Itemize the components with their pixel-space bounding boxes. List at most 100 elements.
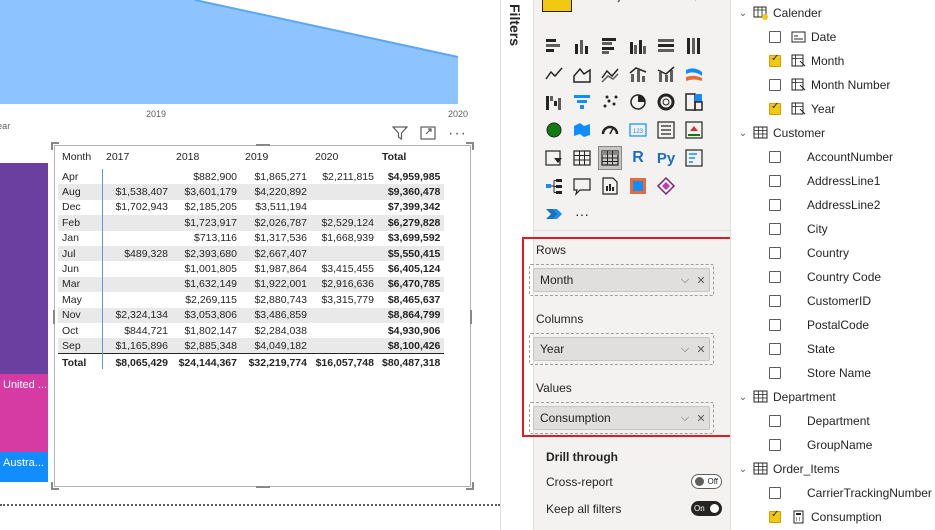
matrix-cell[interactable] xyxy=(102,292,172,307)
100-stacked-bar-chart-icon[interactable] xyxy=(654,34,678,58)
matrix-cell[interactable]: $2,885,348 xyxy=(172,338,241,354)
matrix-row-header[interactable]: Aug xyxy=(58,184,103,200)
matrix-total-cell[interactable]: $6,470,785 xyxy=(378,276,445,293)
table-row[interactable]: Apr $882,900 $1,865,271 $2,211,815 $4,959,98… xyxy=(58,169,444,185)
matrix-cell[interactable]: $1,001,805 xyxy=(172,261,241,276)
table-row[interactable]: Jun $1,001,805 $1,987,864 $3,415,455 $6,405,… xyxy=(58,261,444,277)
table-row[interactable]: Aug $1,538,407 $3,601,179 $4,220,892 $9,360,… xyxy=(58,184,445,200)
tab-build-visual[interactable] xyxy=(542,0,572,12)
rows-well[interactable]: Month ⌵ ✕ xyxy=(529,264,714,296)
card-icon[interactable]: 123 xyxy=(626,118,650,142)
kpi-icon[interactable] xyxy=(682,118,706,142)
matrix-row-header[interactable]: Dec xyxy=(58,199,103,216)
table-visual-icon[interactable] xyxy=(570,146,594,170)
tab-format-visual[interactable] xyxy=(610,0,640,12)
matrix-cell[interactable]: $489,328 xyxy=(102,245,172,262)
field-checkbox[interactable] xyxy=(769,487,781,499)
remove-field-icon[interactable]: ✕ xyxy=(693,343,709,356)
values-field-pill[interactable]: Consumption ⌵ ✕ xyxy=(533,406,710,430)
chevron-down-icon[interactable]: ⌵ xyxy=(677,274,693,287)
columns-well[interactable]: Year ⌵ ✕ xyxy=(529,333,714,365)
matrix-total-cell[interactable]: $5,550,415 xyxy=(378,245,445,262)
matrix-row-header[interactable]: May xyxy=(58,292,103,308)
remove-field-icon[interactable]: ✕ xyxy=(693,412,709,425)
field-checkbox[interactable] xyxy=(769,343,781,355)
line-chart-icon[interactable] xyxy=(542,62,566,86)
get-more-visuals-icon[interactable]: ··· xyxy=(570,202,594,226)
field-table-department[interactable]: ⌄ Department xyxy=(737,385,836,409)
matrix-row-header[interactable]: Sep xyxy=(58,338,103,354)
field-checkbox[interactable] xyxy=(769,415,781,427)
matrix-cell[interactable]: $3,511,194 xyxy=(241,200,311,215)
qna-visual-icon[interactable] xyxy=(570,174,594,198)
matrix-grand-total-cell[interactable]: $16,057,748 xyxy=(311,353,378,370)
cross-report-toggle[interactable]: Off xyxy=(691,474,722,489)
tab-analytics[interactable] xyxy=(682,0,712,12)
matrix-total-cell[interactable]: $6,279,828 xyxy=(378,215,445,231)
matrix-cell[interactable] xyxy=(102,231,172,246)
r-script-visual-icon[interactable]: R xyxy=(626,146,650,170)
columns-field-pill[interactable]: Year ⌵ ✕ xyxy=(533,337,710,361)
matrix-cell[interactable] xyxy=(102,215,172,231)
rows-field-pill[interactable]: Month ⌵ ✕ xyxy=(533,268,710,292)
chevron-down-icon[interactable]: ⌵ xyxy=(677,412,693,425)
matrix-cell[interactable]: $1,165,896 xyxy=(102,338,172,354)
field-item-department[interactable]: Department xyxy=(769,409,870,433)
field-checkbox[interactable] xyxy=(769,175,781,187)
chevron-down-icon[interactable]: ⌵ xyxy=(677,343,693,356)
matrix-cell[interactable] xyxy=(311,338,378,354)
table-row[interactable]: Dec $1,702,943 $2,185,205 $3,511,194 $7,399,… xyxy=(58,199,444,216)
chevron-down-icon[interactable]: ⌄ xyxy=(737,128,749,139)
clustered-bar-chart-icon[interactable] xyxy=(598,34,622,58)
matrix-cell[interactable]: $1,702,943 xyxy=(102,200,172,215)
field-item-month[interactable]: Month xyxy=(769,49,844,73)
matrix-column-header[interactable]: 2020 xyxy=(311,149,378,169)
more-options-icon[interactable]: ··· xyxy=(448,126,467,142)
stacked-area-chart-icon[interactable] xyxy=(598,62,622,86)
table-row[interactable]: Oct $844,721 $1,802,147 $2,284,038 $4,930,90… xyxy=(58,322,444,339)
table-row[interactable]: Sep $1,165,896 $2,885,348 $4,049,182 $8,100,… xyxy=(58,338,445,354)
matrix-total-cell[interactable]: $8,864,799 xyxy=(378,307,445,323)
field-item-addressline2[interactable]: AddressLine2 xyxy=(769,193,880,217)
filters-pane-label[interactable]: Filters xyxy=(507,4,523,46)
matrix-cell[interactable]: $2,324,134 xyxy=(102,307,172,323)
matrix-grand-total-cell[interactable]: $32,219,774 xyxy=(241,353,311,370)
slicer-icon[interactable] xyxy=(542,146,566,170)
matrix-visual-icon[interactable] xyxy=(598,146,622,170)
multi-row-card-icon[interactable] xyxy=(654,118,678,142)
resize-handle[interactable] xyxy=(470,310,472,324)
matrix-cell[interactable]: $1,538,407 xyxy=(102,184,172,200)
map-icon[interactable] xyxy=(542,118,566,142)
line-and-stacked-column-chart-icon[interactable] xyxy=(626,62,650,86)
treemap-tile[interactable] xyxy=(0,163,48,374)
resize-handle[interactable] xyxy=(51,482,53,490)
field-item-year[interactable]: Year xyxy=(769,97,835,121)
matrix-total-row[interactable]: Total $8,065,429 $24,144,367 $32,219,774 $16… xyxy=(58,353,445,370)
field-checkbox[interactable] xyxy=(769,101,781,115)
table-row[interactable]: Jul $489,328 $2,393,680 $2,667,407 $5,550,41… xyxy=(58,245,445,262)
matrix-total-cell[interactable]: $7,399,342 xyxy=(378,200,444,215)
matrix-cell[interactable]: $2,880,743 xyxy=(241,292,311,307)
matrix-cell[interactable] xyxy=(311,323,378,338)
field-item-carriertrackingnumber[interactable]: CarrierTrackingNumber xyxy=(769,481,932,505)
matrix-total-cell[interactable]: $4,959,985 xyxy=(378,169,444,184)
field-item-accountnumber[interactable]: AccountNumber xyxy=(769,145,893,169)
matrix-total-cell[interactable]: $9,360,478 xyxy=(378,184,445,200)
matrix-cell[interactable]: $2,185,205 xyxy=(172,200,241,215)
field-table-customer[interactable]: ⌄ Customer xyxy=(737,121,825,145)
chevron-down-icon[interactable]: ⌄ xyxy=(737,464,749,475)
matrix-cell[interactable]: $3,315,779 xyxy=(311,292,378,307)
power-automate-icon[interactable] xyxy=(542,202,566,226)
matrix-cell[interactable]: $2,916,636 xyxy=(311,276,378,293)
matrix-table[interactable]: Month 2017 2018 2019 2020 Total Apr $882,… xyxy=(58,149,445,370)
matrix-cell[interactable]: $2,211,815 xyxy=(311,169,378,184)
matrix-row-header[interactable]: Jul xyxy=(58,245,103,262)
matrix-cell[interactable]: $1,723,917 xyxy=(172,215,241,231)
paginated-report-icon[interactable] xyxy=(626,174,650,198)
stacked-column-chart-icon[interactable] xyxy=(570,34,594,58)
resize-handle[interactable] xyxy=(53,310,55,324)
matrix-cell[interactable]: $2,026,787 xyxy=(241,215,311,231)
donut-chart-icon[interactable] xyxy=(654,90,678,114)
matrix-grand-total-cell[interactable]: $24,144,367 xyxy=(172,353,241,370)
table-row[interactable]: May $2,269,115 $2,880,743 $3,315,779 $8,465,… xyxy=(58,292,444,308)
